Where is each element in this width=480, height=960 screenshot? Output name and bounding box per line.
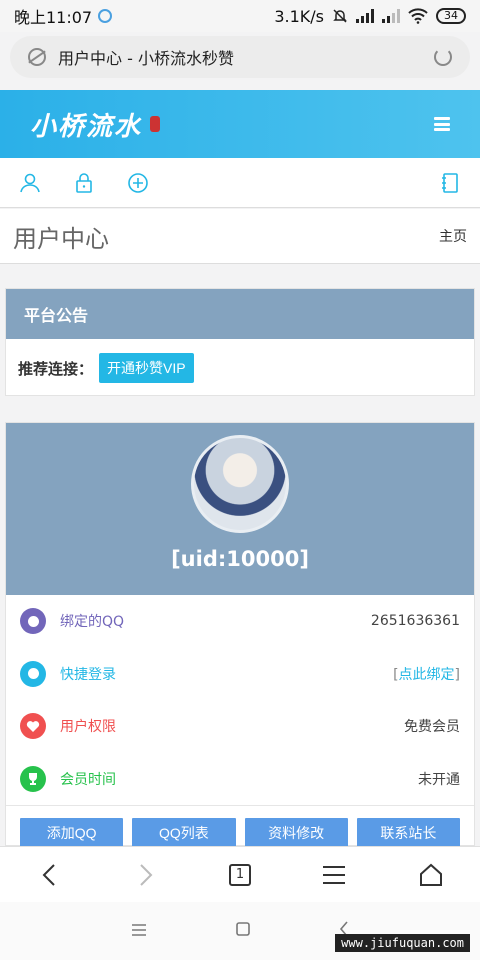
tab-count: 1	[235, 867, 245, 882]
globe-icon	[28, 48, 46, 66]
info-value: [点此绑定]	[393, 664, 460, 684]
quick-login-icon	[20, 660, 46, 687]
watermark: www.jiufuquan.com	[335, 934, 470, 952]
browser-toolbar: 1	[0, 846, 480, 902]
user-uid: [uid:10000]	[171, 547, 309, 571]
bracket-close: ]	[454, 666, 460, 683]
info-label: 会员时间	[60, 771, 116, 788]
wifi-icon	[408, 8, 428, 24]
user-profile-header: [uid:10000]	[6, 423, 474, 595]
mute-bell-icon	[333, 9, 347, 23]
open-vip-button[interactable]: 开通秒赞VIP	[99, 353, 194, 383]
contact-admin-button[interactable]: 联系站长	[356, 818, 460, 847]
lock-icon[interactable]	[72, 171, 96, 195]
info-label: 快捷登录	[60, 666, 116, 683]
tabs-button[interactable]: 1	[228, 863, 251, 886]
list-item-user-permission: 用户权限 免费会员	[6, 700, 474, 753]
recommended-link-label: 推荐连接：	[18, 359, 94, 378]
trophy-icon	[20, 765, 46, 792]
recent-apps-icon[interactable]	[131, 922, 147, 941]
info-label: 绑定的QQ	[60, 614, 125, 631]
list-item-member-time: 会员时间 未开通	[6, 753, 474, 806]
back-icon[interactable]	[35, 861, 63, 889]
status-bar: 晚上11:07 3.1K/s 34	[0, 0, 480, 32]
add-circle-icon[interactable]	[126, 171, 150, 195]
announcement-body: 推荐连接： 开通秒赞VIP	[6, 339, 474, 397]
add-qq-button[interactable]: 添加QQ	[20, 818, 124, 847]
page-title: 用户中心	[13, 224, 109, 253]
home-square-icon[interactable]	[235, 921, 251, 941]
info-value: 免费会员	[404, 719, 460, 736]
signal-2-icon	[382, 9, 400, 23]
heart-icon	[20, 713, 46, 740]
notebook-icon[interactable]	[438, 171, 462, 195]
menu-lines-icon[interactable]	[320, 861, 348, 889]
forward-icon[interactable]	[132, 861, 160, 889]
qq-list-button[interactable]: QQ列表	[132, 818, 236, 847]
icon-toolbar	[0, 158, 480, 208]
action-buttons: 添加QQ QQ列表 资料修改 联系站长	[6, 805, 474, 847]
page-heading: 用户中心 主页	[0, 209, 480, 264]
announcement-panel: 平台公告 推荐连接： 开通秒赞VIP	[5, 288, 475, 396]
battery-icon: 34	[436, 8, 466, 24]
user-panel: [uid:10000] 绑定的QQ 2651636361 快捷登录 [点此绑定]…	[5, 422, 475, 847]
breadcrumb-home[interactable]: 主页	[439, 226, 467, 246]
signal-icon	[356, 9, 374, 23]
list-item-bound-qq: 绑定的QQ 2651636361	[6, 595, 474, 648]
edit-profile-button[interactable]: 资料修改	[244, 818, 348, 847]
url-title[interactable]: 用户中心 - 小桥流水秒赞	[58, 45, 234, 69]
info-label: 用户权限	[60, 719, 116, 736]
menu-icon[interactable]	[434, 117, 450, 131]
site-logo[interactable]: 小桥流水	[30, 106, 142, 143]
logo-seal-icon	[150, 116, 161, 132]
site-header: 小桥流水	[0, 90, 480, 158]
reload-icon[interactable]	[434, 48, 452, 66]
user-info-list: 绑定的QQ 2651636361 快捷登录 [点此绑定] 用户权限 免费会员 会…	[6, 595, 474, 805]
address-bar[interactable]: 用户中心 - 小桥流水秒赞	[10, 36, 470, 78]
list-item-quick-login: 快捷登录 [点此绑定]	[6, 648, 474, 701]
qq-penguin-icon	[20, 608, 46, 635]
announcement-heading: 平台公告	[6, 289, 474, 339]
notification-icon	[98, 9, 113, 23]
status-time: 晚上11:07	[14, 8, 93, 27]
network-speed: 3.1K/s	[274, 6, 324, 26]
home-icon[interactable]	[417, 861, 445, 889]
bind-now-link[interactable]: 点此绑定	[399, 667, 455, 683]
info-value: 2651636361	[370, 613, 460, 630]
avatar[interactable]	[191, 435, 289, 533]
info-value: 未开通	[418, 771, 460, 788]
user-icon[interactable]	[18, 171, 42, 195]
status-right: 3.1K/s 34	[274, 7, 466, 26]
